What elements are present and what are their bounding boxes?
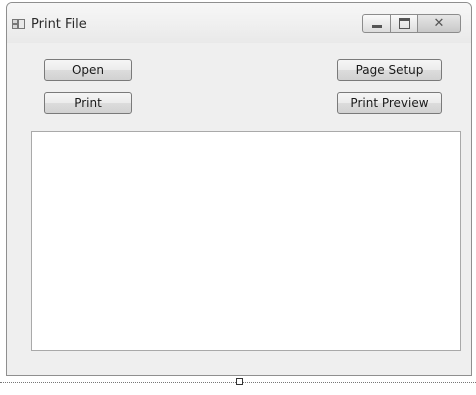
close-button[interactable]: ✕: [417, 14, 461, 33]
print-preview-button[interactable]: Print Preview: [337, 92, 442, 114]
form-icon: [12, 19, 25, 29]
minimize-button[interactable]: [362, 14, 391, 33]
file-content-textbox[interactable]: [31, 131, 461, 351]
print-button[interactable]: Print: [44, 92, 132, 114]
open-button[interactable]: Open: [44, 59, 132, 81]
title-bar[interactable]: Print File ✕: [7, 3, 471, 43]
client-area: Open Print Page Setup Print Preview: [7, 43, 471, 375]
maximize-button[interactable]: [390, 14, 418, 33]
designer-canvas: Print File ✕ Open Print Page Setup Print…: [0, 0, 476, 395]
resize-handle[interactable]: [236, 378, 243, 385]
page-setup-button[interactable]: Page Setup: [337, 59, 442, 81]
window-title: Print File: [31, 17, 87, 32]
print-file-window: Print File ✕ Open Print Page Setup Print…: [6, 2, 472, 376]
maximize-icon: [398, 18, 410, 29]
minimize-icon: [371, 25, 382, 28]
close-icon: ✕: [433, 16, 445, 31]
